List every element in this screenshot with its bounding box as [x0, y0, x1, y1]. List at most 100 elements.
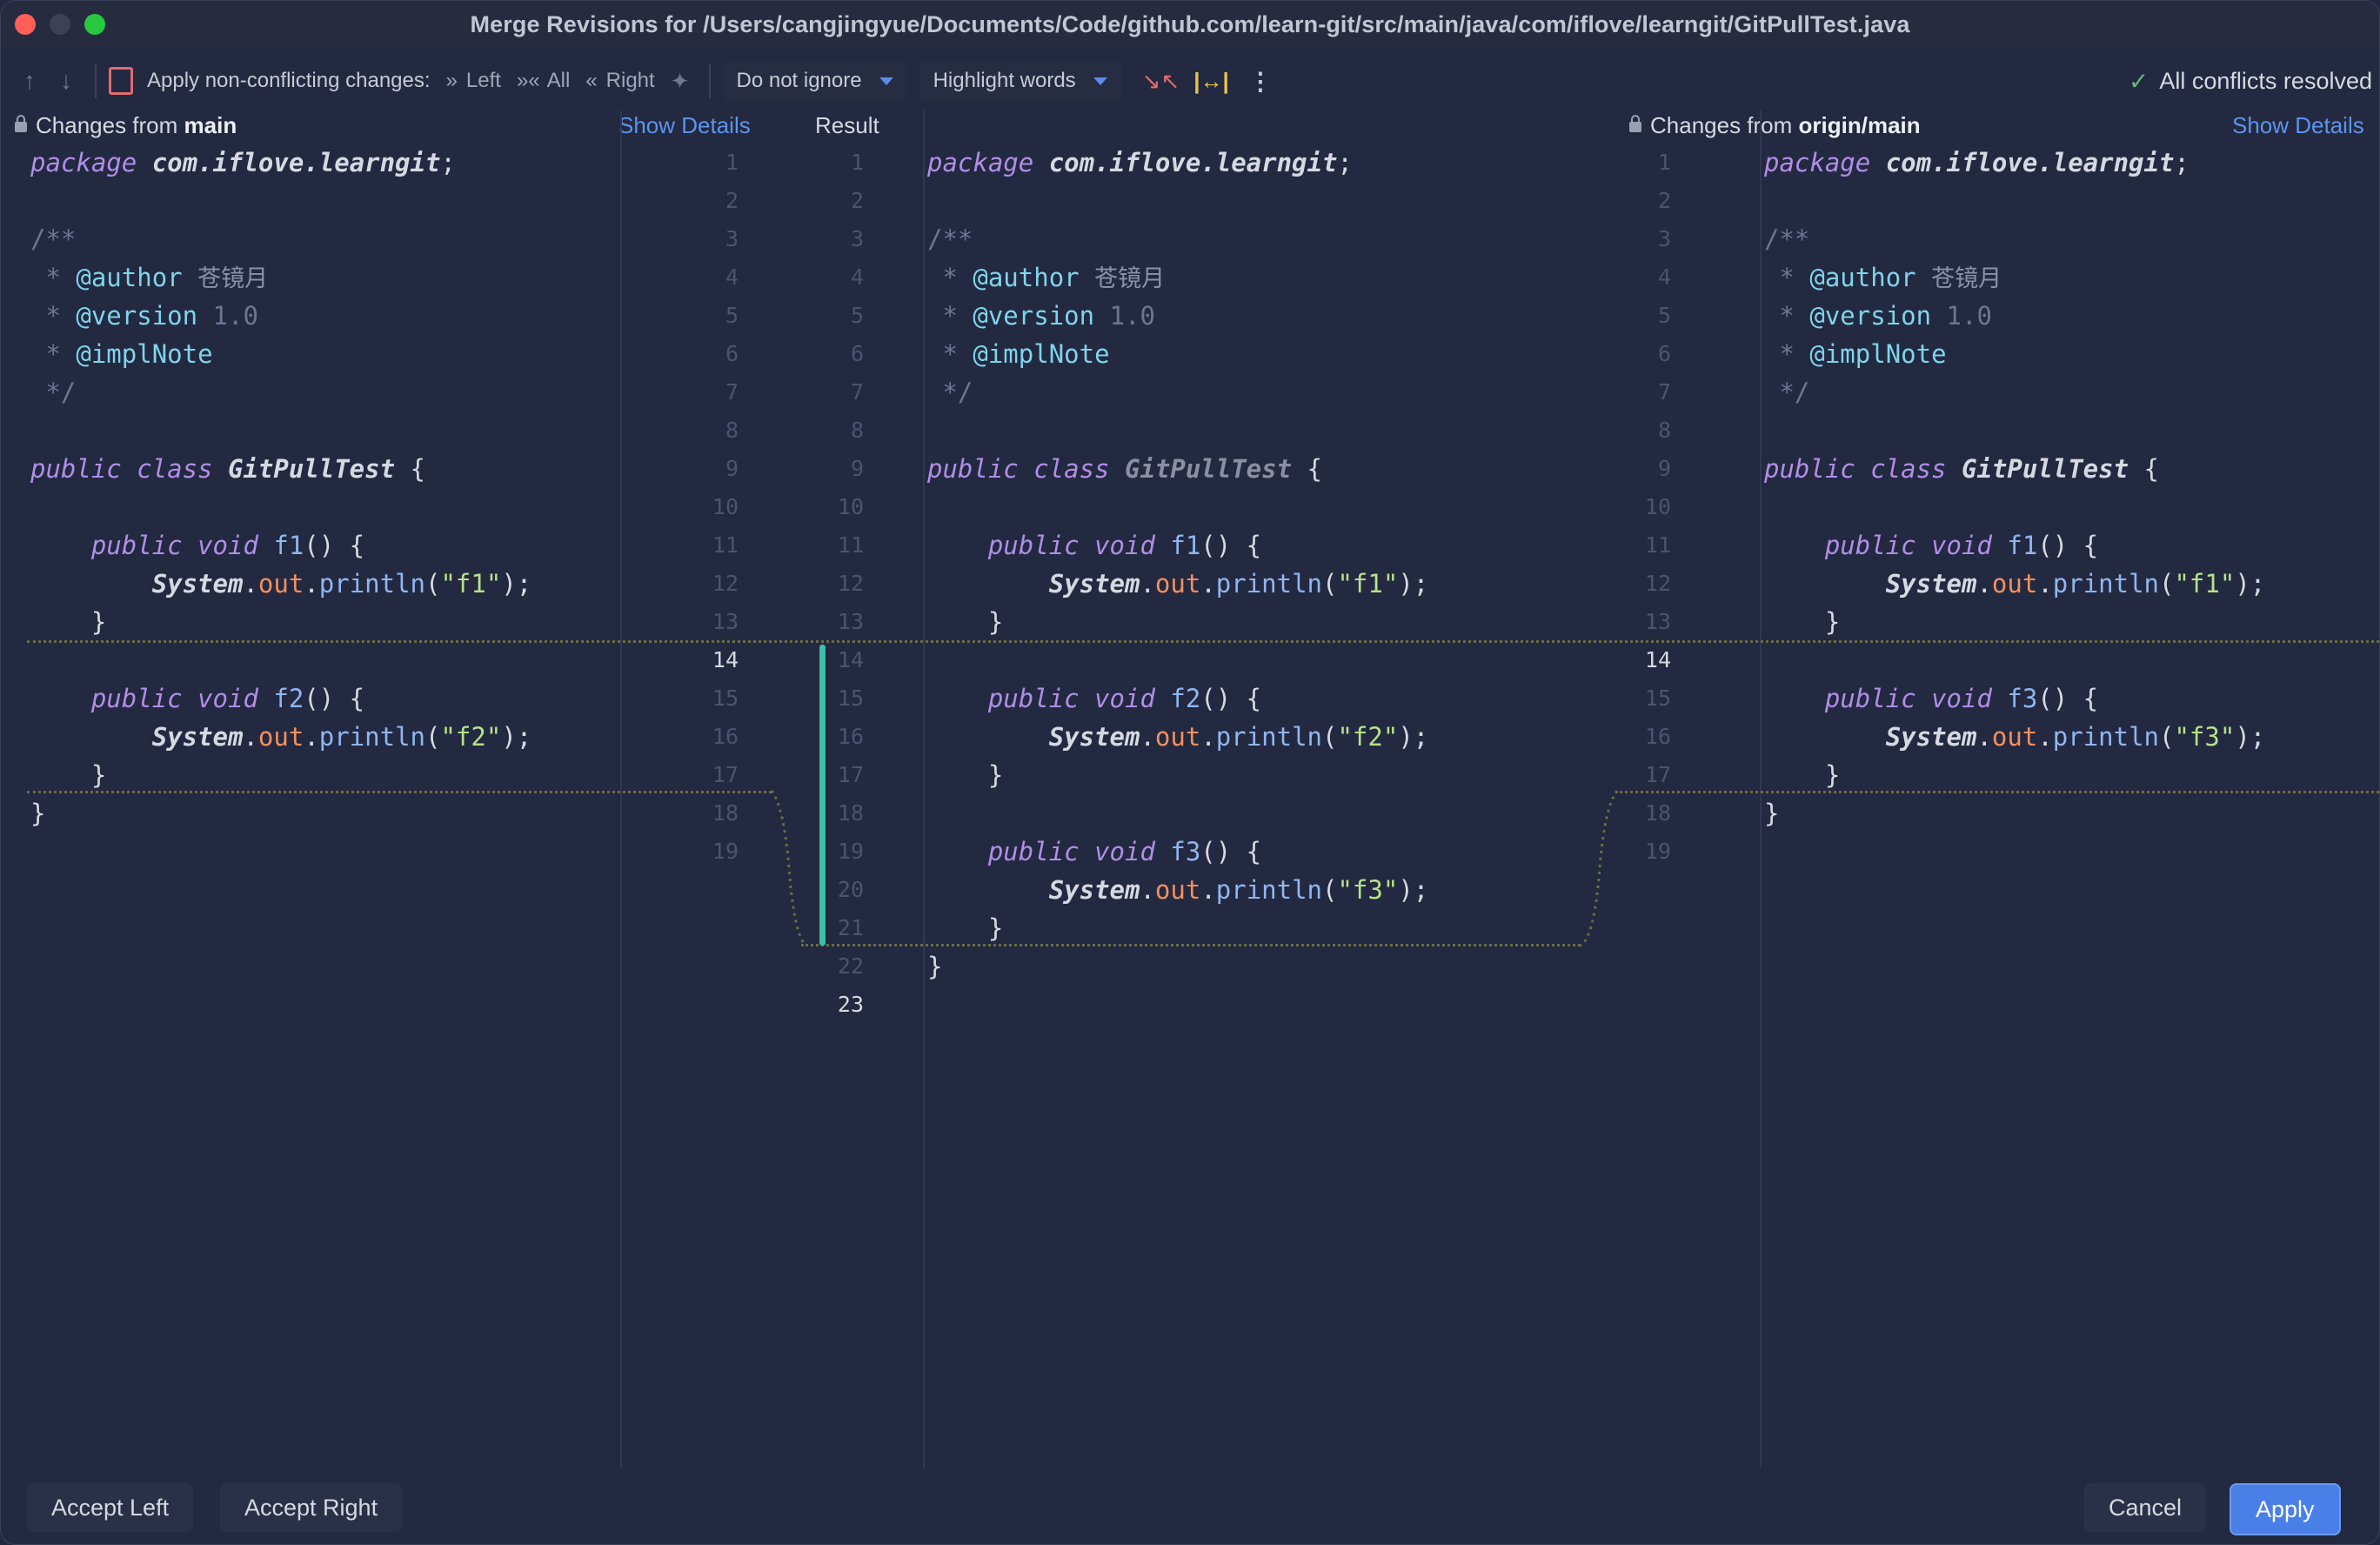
apply-all-button[interactable]: »« All — [517, 69, 570, 93]
code-line: * @version 1.0 — [30, 301, 258, 331]
line-number: 2 — [725, 188, 739, 213]
code-line: } — [1764, 607, 1841, 637]
line-number: 16 — [837, 724, 864, 749]
zoom-window-button[interactable] — [84, 14, 105, 35]
line-number: 18 — [1644, 800, 1671, 826]
line-number: 23 — [837, 992, 864, 1017]
lock-icon — [1629, 115, 1641, 132]
code-line: } — [30, 607, 107, 637]
line-number: 7 — [725, 379, 739, 405]
toolbar-divider — [708, 64, 711, 98]
left-code-pane[interactable]: package com.iflove.learngit; /** * @autho… — [30, 144, 613, 871]
toolbar: ↑ ↓ Apply non-conflicting changes: » Lef… — [1, 51, 2379, 110]
line-number: 1 — [725, 150, 739, 175]
check-icon: ✓ — [2128, 67, 2149, 95]
code-line: * @version 1.0 — [1764, 301, 1992, 331]
line-number: 13 — [712, 609, 739, 634]
line-number: 19 — [837, 839, 864, 864]
line-number: 7 — [1657, 379, 1671, 405]
compare-icon[interactable] — [109, 67, 133, 95]
right-show-details-link[interactable]: Show Details — [2232, 110, 2364, 140]
right-pane-header: Changes from origin/main — [1629, 110, 1921, 140]
code-line: System.out.println("f1"); — [151, 569, 532, 599]
line-number: 15 — [837, 686, 864, 711]
accept-right-button[interactable]: Accept Right — [220, 1483, 403, 1532]
ignore-whitespace-dropdown[interactable]: Do not ignore — [722, 61, 907, 101]
right-code-pane[interactable]: package com.iflove.learngit; /** * @autho… — [1764, 144, 2373, 871]
line-number: 6 — [850, 341, 864, 366]
code-line: } — [30, 760, 107, 790]
code-line: public void f3() { — [987, 837, 1262, 866]
line-number: 11 — [1644, 532, 1671, 558]
code-line: * @implNote — [927, 339, 1110, 369]
code-line: public void f1() { — [90, 531, 365, 560]
line-number: 9 — [725, 456, 739, 481]
code-line: public void f1() { — [987, 531, 1262, 560]
apply-button[interactable]: Apply — [2230, 1483, 2341, 1535]
line-number: 1 — [1657, 150, 1671, 175]
toolbar-divider — [95, 64, 97, 98]
left-pane-header: Changes from main — [15, 110, 237, 140]
code-line: } — [927, 760, 1004, 790]
line-number: 14 — [712, 647, 739, 672]
code-line: */ — [1764, 378, 1810, 407]
highlight-dropdown[interactable]: Highlight words — [919, 61, 1121, 101]
accept-left-button[interactable]: Accept Left — [27, 1483, 194, 1532]
left-pane-divider — [620, 110, 622, 1468]
code-line: public class GitPullTest { — [30, 454, 425, 484]
left-line-gutter: 1 2 3 4 5 6 7 8 9 10 11 12 13 14 15 16 17 18 19 — [679, 144, 739, 871]
line-number: 20 — [837, 877, 864, 902]
cancel-button[interactable]: Cancel — [2084, 1483, 2207, 1532]
left-show-details-link[interactable]: Show Details — [618, 110, 751, 140]
result-code-pane[interactable]: package com.iflove.learngit; /** * @autho… — [927, 144, 1571, 1024]
line-number: 17 — [837, 762, 864, 787]
code-line: */ — [927, 378, 973, 407]
apply-non-conflicting-label: Apply non-conflicting changes: — [147, 69, 431, 92]
sync-scroll-icon[interactable]: |↔| — [1193, 68, 1229, 95]
more-vert-icon[interactable]: ⋮ — [1248, 67, 1273, 96]
right-line-gutter: 1 2 3 4 5 6 7 8 9 10 11 12 13 14 15 16 17 18 19 — [1617, 144, 1671, 871]
line-number: 11 — [712, 532, 739, 558]
collapse-icon[interactable]: ↘↖ — [1142, 68, 1180, 95]
conflicts-status-label: All conflicts resolved — [2159, 67, 2372, 94]
code-line: /** — [30, 224, 77, 254]
left-branch-name: main — [184, 111, 237, 138]
code-line: * @implNote — [1764, 339, 1947, 369]
double-chevron-both-icon: »« — [516, 69, 540, 92]
chevron-down-icon — [879, 77, 893, 85]
line-number: 14 — [1644, 647, 1671, 672]
close-window-button[interactable] — [15, 14, 36, 35]
line-number: 6 — [1657, 341, 1671, 366]
code-line: * @implNote — [30, 339, 213, 369]
code-line: public class GitPullTest { — [1764, 454, 2159, 484]
code-line: } — [927, 952, 943, 981]
line-number: 7 — [850, 379, 864, 405]
line-number: 16 — [712, 724, 739, 749]
line-number: 21 — [837, 915, 864, 940]
apply-all-label: All — [546, 69, 571, 92]
right-header-prefix: Changes from — [1650, 111, 1793, 138]
apply-left-button[interactable]: » Left — [446, 69, 501, 93]
right-connector — [1580, 790, 1619, 947]
right-pane-divider — [1760, 110, 1762, 1468]
line-number: 12 — [712, 571, 739, 596]
apply-right-label: Right — [605, 69, 655, 92]
apply-right-button[interactable]: « Right — [585, 69, 654, 93]
line-number: 8 — [1657, 418, 1671, 443]
line-number: 13 — [1644, 609, 1671, 634]
line-number: 13 — [837, 609, 864, 634]
window-controls — [15, 14, 105, 35]
arrow-up-icon[interactable]: ↑ — [23, 67, 36, 95]
arrow-down-icon[interactable]: ↓ — [60, 67, 72, 95]
window-title: Merge Revisions for /Users/cangjingyue/D… — [470, 10, 1910, 37]
magic-wand-icon[interactable]: ✦ — [671, 68, 690, 95]
minimize-window-button[interactable] — [50, 14, 70, 35]
line-number: 1 — [850, 150, 864, 175]
